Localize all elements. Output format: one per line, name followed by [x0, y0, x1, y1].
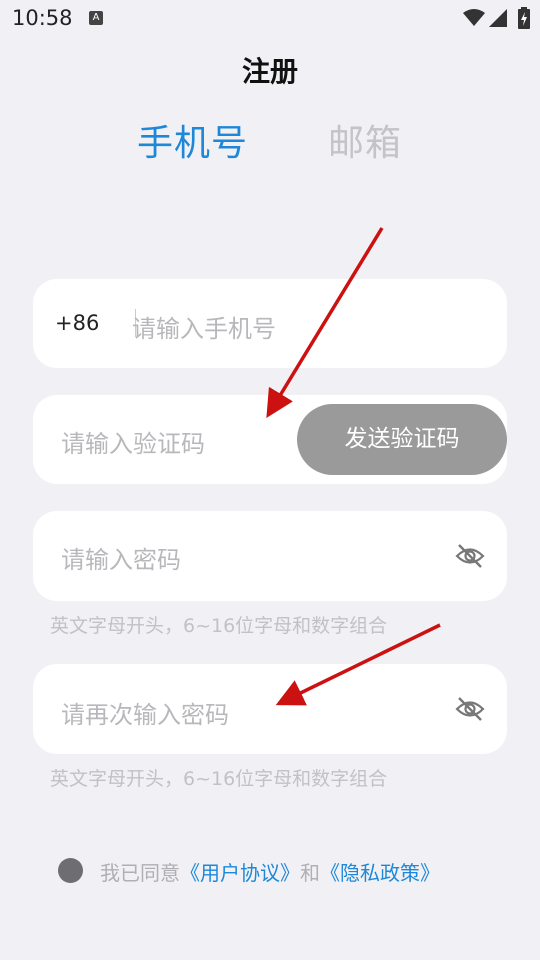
status-bar: 10:58 A — [0, 0, 540, 40]
agreement-text: 我已同意《用户协议》和《隐私政策》 — [100, 857, 440, 886]
signal-icon — [489, 9, 507, 27]
a-icon: A — [89, 11, 103, 25]
phone-input[interactable]: 请输入手机号 — [132, 309, 276, 344]
eye-off-icon[interactable] — [455, 541, 485, 571]
confirm-password-hint: 英文字母开头，6~16位字母和数字组合 — [50, 768, 388, 790]
verification-code-input[interactable]: 请输入验证码 — [61, 424, 205, 459]
tab-phone[interactable]: 手机号 — [137, 114, 248, 166]
confirm-password-field[interactable]: 请再次输入密码 — [33, 664, 507, 754]
phone-field[interactable]: +86 请输入手机号 — [33, 279, 507, 368]
battery-charging-icon — [518, 7, 530, 29]
eye-off-icon[interactable] — [455, 694, 485, 724]
confirm-password-input[interactable]: 请再次输入密码 — [61, 695, 229, 730]
password-input[interactable]: 请输入密码 — [61, 540, 181, 575]
agree-radio[interactable] — [58, 858, 83, 883]
status-time: 10:58 — [12, 6, 73, 30]
privacy-policy-link[interactable]: 《隐私政策》 — [320, 861, 440, 885]
tab-email[interactable]: 邮箱 — [328, 114, 402, 166]
page-title: 注册 — [241, 55, 298, 88]
send-code-button[interactable]: 发送验证码 — [297, 404, 507, 475]
agreement-and: 和 — [300, 861, 320, 885]
password-field[interactable]: 请输入密码 — [33, 511, 507, 601]
country-code-prefix[interactable]: +86 — [55, 311, 99, 335]
wifi-icon — [463, 9, 485, 26]
register-screen: 10:58 A 注册 手机号 邮箱 +86 请输入手机号 请输入验证码 发送验证… — [0, 0, 540, 960]
password-hint: 英文字母开头，6~16位字母和数字组合 — [50, 615, 388, 637]
agreement-prefix: 我已同意 — [100, 861, 180, 885]
user-agreement-link[interactable]: 《用户协议》 — [180, 861, 300, 885]
